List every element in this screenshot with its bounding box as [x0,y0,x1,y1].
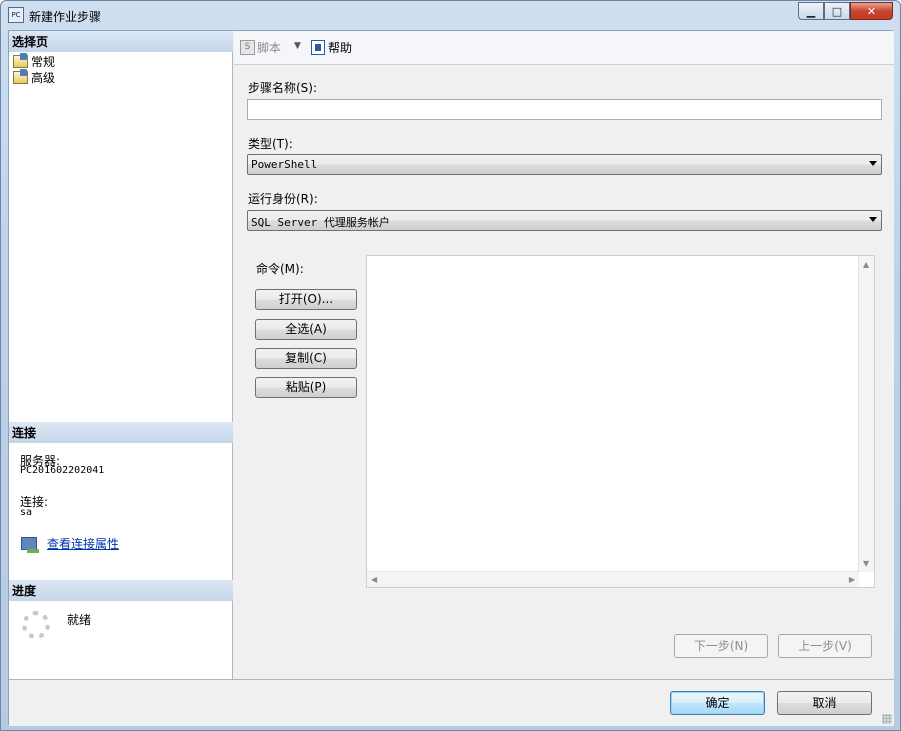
scroll-down-icon[interactable]: ▼ [863,559,869,568]
dialog-window: PC 新建作业步骤 ▁ □ ✕ 选择页 常规 高级 连接 服务器: PC2016… [0,0,901,731]
close-icon: ✕ [866,4,877,18]
minimize-button[interactable]: ▁ [798,2,824,20]
run-as-select-value: SQL Server 代理服务帐户 [251,216,390,229]
chevron-down-icon [869,161,877,166]
copy-button[interactable]: 复制(C) [255,348,357,369]
type-select[interactable]: PowerShell [247,154,882,175]
step-name-label: 步骤名称(S): [248,81,318,95]
paste-button[interactable]: 粘贴(P) [255,377,357,398]
scroll-left-icon[interactable]: ◀ [371,575,377,584]
maximize-icon: □ [831,4,843,18]
progress-status: 就绪 [67,613,92,627]
progress-header: 进度 [9,580,233,601]
page-item-advanced[interactable]: 高级 [13,69,55,86]
command-textarea[interactable]: ▲ ▼ ◀ ▶ [366,255,875,588]
dialog-client: 选择页 常规 高级 连接 服务器: PC201602202041 连接: sa … [8,30,894,726]
script-label: 脚本 [257,41,282,55]
prev-button[interactable]: 上一步(V) [778,634,872,658]
type-label: 类型(T): [248,137,293,151]
page-item-label: 高级 [31,71,56,85]
command-label: 命令(M): [256,262,304,276]
scroll-up-icon[interactable]: ▲ [863,260,869,269]
chevron-down-icon [869,217,877,222]
type-select-value: PowerShell [251,158,318,171]
run-as-label: 运行身份(R): [248,192,318,206]
connection-properties-icon [21,537,39,553]
title-bar[interactable]: PC 新建作业步骤 ▁ □ ✕ [1,1,900,29]
maximize-button[interactable]: □ [824,2,850,20]
progress-spinner-icon [22,611,50,639]
app-icon: PC [8,7,24,23]
dialog-footer: 确定 取消 [9,679,894,726]
script-button[interactable]: S 脚本 [240,39,281,56]
page-item-label: 常规 [31,55,56,69]
toolbar: S 脚本 ▼ 帮助 [234,31,894,65]
cancel-button[interactable]: 取消 [777,691,872,715]
next-button[interactable]: 下一步(N) [674,634,768,658]
help-label: 帮助 [328,41,353,55]
page-icon [13,69,28,84]
horizontal-scrollbar[interactable]: ◀ ▶ [367,571,859,587]
server-value: PC201602202041 [20,465,105,476]
minimize-icon: ▁ [806,4,816,18]
step-name-input[interactable] [247,99,882,120]
script-icon: S [240,40,255,55]
connection-header: 连接 [9,422,233,443]
help-button[interactable]: 帮助 [311,39,352,56]
run-as-select[interactable]: SQL Server 代理服务帐户 [247,210,882,231]
select-page-header: 选择页 [9,31,233,52]
page-icon [13,53,28,68]
help-icon [311,40,325,55]
resize-grip-icon[interactable] [882,714,892,724]
open-button[interactable]: 打开(O)... [255,289,357,310]
script-dropdown-arrow[interactable]: ▼ [294,41,301,51]
select-all-button[interactable]: 全选(A) [255,319,357,340]
window-title: 新建作业步骤 [29,10,102,24]
connection-value: sa [20,507,33,518]
view-connection-properties-link[interactable]: 查看连接属性 [47,535,119,552]
page-item-general[interactable]: 常规 [13,53,55,70]
left-pane: 选择页 常规 高级 连接 服务器: PC201602202041 连接: sa … [9,31,233,679]
close-button[interactable]: ✕ [850,2,893,20]
vertical-scrollbar[interactable]: ▲ ▼ [858,256,874,572]
right-pane: S 脚本 ▼ 帮助 步骤名称(S): 类型(T): PowerShell 运行身… [234,31,894,679]
ok-button[interactable]: 确定 [670,691,765,715]
scroll-right-icon[interactable]: ▶ [849,575,855,584]
window-controls: ▁ □ ✕ [798,2,893,20]
